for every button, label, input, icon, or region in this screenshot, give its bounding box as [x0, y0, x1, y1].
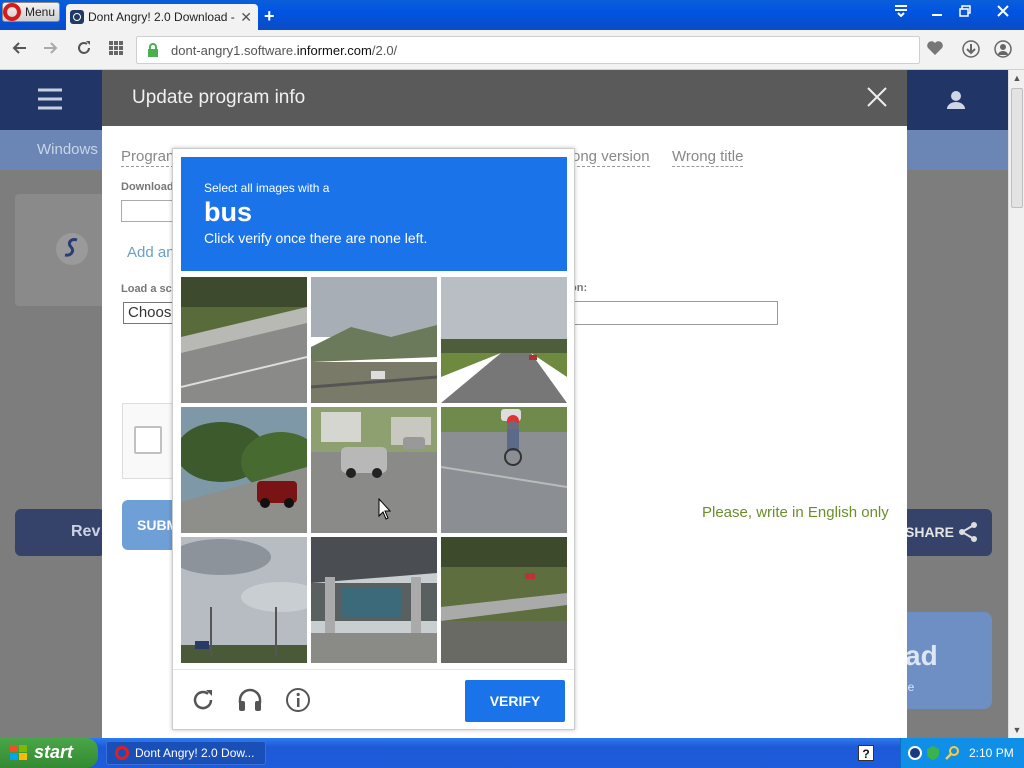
mouse-cursor-icon — [378, 498, 392, 520]
tab-active[interactable]: Dont Angry! 2.0 Download - I ✕ — [66, 4, 258, 30]
modal-header: Update program info — [102, 70, 907, 126]
back-arrow-icon[interactable] — [12, 40, 28, 61]
tab-title: Dont Angry! 2.0 Download - I — [88, 10, 238, 24]
url-domain: informer.com — [296, 42, 372, 58]
captcha-footer: VERIFY — [173, 669, 574, 730]
clock: 2:10 PM — [969, 746, 1014, 760]
download-label: Download — [121, 181, 174, 193]
tab-wrong-version[interactable]: ong version — [572, 148, 650, 167]
captcha-challenge: Select all images with a bus Click verif… — [172, 148, 575, 730]
captcha-tile-8[interactable] — [311, 537, 437, 663]
captcha-tile-2[interactable] — [311, 277, 437, 403]
subnav-windows[interactable]: Windows — [37, 141, 98, 158]
reload-page-icon[interactable] — [76, 40, 92, 61]
browser-toolbar: dont-angry1.software. informer.com/2.0/ — [0, 30, 1024, 70]
download-button[interactable]: ad le — [905, 612, 992, 709]
verify-button[interactable]: VERIFY — [465, 680, 565, 722]
page-scrollbar[interactable]: ▲ ▼ — [1008, 70, 1024, 738]
tray-shield-icon[interactable] — [925, 745, 941, 761]
taskbar: start Dont Angry! 2.0 Dow... ? 2:10 PM — [0, 738, 1024, 768]
program-logo-icon — [56, 233, 88, 265]
system-tray: 2:10 PM — [900, 738, 1024, 768]
share-label: SHARE — [905, 524, 955, 540]
add-link[interactable]: Add an — [127, 244, 175, 261]
scroll-thumb[interactable] — [1011, 88, 1023, 208]
audio-icon[interactable] — [237, 687, 263, 713]
reviews-button[interactable]: Rev — [15, 509, 105, 556]
start-button[interactable]: start — [0, 738, 98, 768]
tray-network-icon[interactable] — [907, 745, 923, 761]
opera-task-icon — [115, 746, 129, 760]
captcha-image-grid — [181, 277, 567, 663]
tab-wrong-title[interactable]: Wrong title — [672, 148, 744, 167]
lock-icon — [148, 43, 158, 57]
tab-program[interactable]: Progran — [121, 148, 175, 167]
forward-arrow-icon[interactable] — [42, 40, 58, 61]
right-field-input[interactable] — [570, 301, 778, 325]
screenshot-label: Load a scr — [121, 283, 177, 295]
modal-close-icon[interactable] — [866, 86, 888, 108]
captcha-target-word: bus — [204, 197, 253, 227]
captcha-tile-3[interactable] — [441, 277, 567, 403]
tab-menu-icon[interactable] — [890, 3, 912, 23]
windows-flag-icon — [10, 745, 27, 760]
taskbar-item-browser[interactable]: Dont Angry! 2.0 Dow... — [106, 741, 266, 765]
downloads-icon[interactable] — [962, 40, 980, 63]
new-tab-button[interactable]: + — [264, 6, 275, 27]
captcha-tile-7[interactable] — [181, 537, 307, 663]
window-close-icon[interactable] — [992, 3, 1014, 23]
modal-title: Update program info — [132, 87, 306, 108]
program-card — [15, 194, 105, 306]
tray-search-icon[interactable] — [945, 745, 961, 761]
captcha-subinstruction: Click verify once there are none left. — [204, 230, 428, 246]
browser-menu-button[interactable]: Menu — [2, 2, 60, 22]
recaptcha-checkbox[interactable] — [134, 426, 162, 454]
menu-label: Menu — [25, 5, 56, 19]
site-favicon-icon — [70, 10, 84, 24]
scroll-up-icon[interactable]: ▲ — [1009, 70, 1024, 86]
download-label: ad — [905, 640, 938, 671]
captcha-tile-6[interactable] — [441, 407, 567, 533]
captcha-tile-5[interactable] — [311, 407, 437, 533]
captcha-instruction: Select all images with a — [204, 181, 330, 195]
captcha-tile-1[interactable] — [181, 277, 307, 403]
share-button[interactable]: SHARE — [905, 509, 992, 556]
hamburger-menu-icon[interactable] — [37, 88, 63, 110]
account-icon[interactable] — [994, 40, 1012, 63]
tab-close-icon[interactable]: ✕ — [240, 9, 252, 26]
address-bar[interactable]: dont-angry1.software. informer.com/2.0/ — [136, 36, 920, 64]
reload-icon[interactable] — [190, 687, 216, 713]
captcha-tile-9[interactable] — [441, 537, 567, 663]
bookmark-heart-icon[interactable] — [926, 40, 944, 61]
share-icon — [959, 522, 977, 542]
url-suffix: /2.0/ — [371, 42, 398, 58]
browser-titlebar: Menu Dont Angry! 2.0 Download - I ✕ + — [0, 0, 1024, 30]
minimize-icon[interactable] — [926, 3, 948, 23]
user-icon[interactable] — [946, 90, 966, 110]
captcha-tile-4[interactable] — [181, 407, 307, 533]
taskbar-item-label: Dont Angry! 2.0 Dow... — [135, 746, 255, 760]
captcha-header: Select all images with a bus Click verif… — [181, 157, 567, 271]
url-prefix: dont-angry1.software. — [171, 42, 297, 58]
opera-logo-icon — [3, 3, 21, 21]
info-icon[interactable] — [285, 687, 311, 713]
start-label: start — [34, 742, 74, 762]
speed-dial-grid-icon[interactable] — [108, 40, 124, 61]
help-icon[interactable]: ? — [858, 745, 874, 761]
restore-icon[interactable] — [954, 3, 976, 23]
scroll-down-icon[interactable]: ▼ — [1009, 722, 1024, 738]
english-only-note: Please, write in English only — [702, 504, 889, 521]
